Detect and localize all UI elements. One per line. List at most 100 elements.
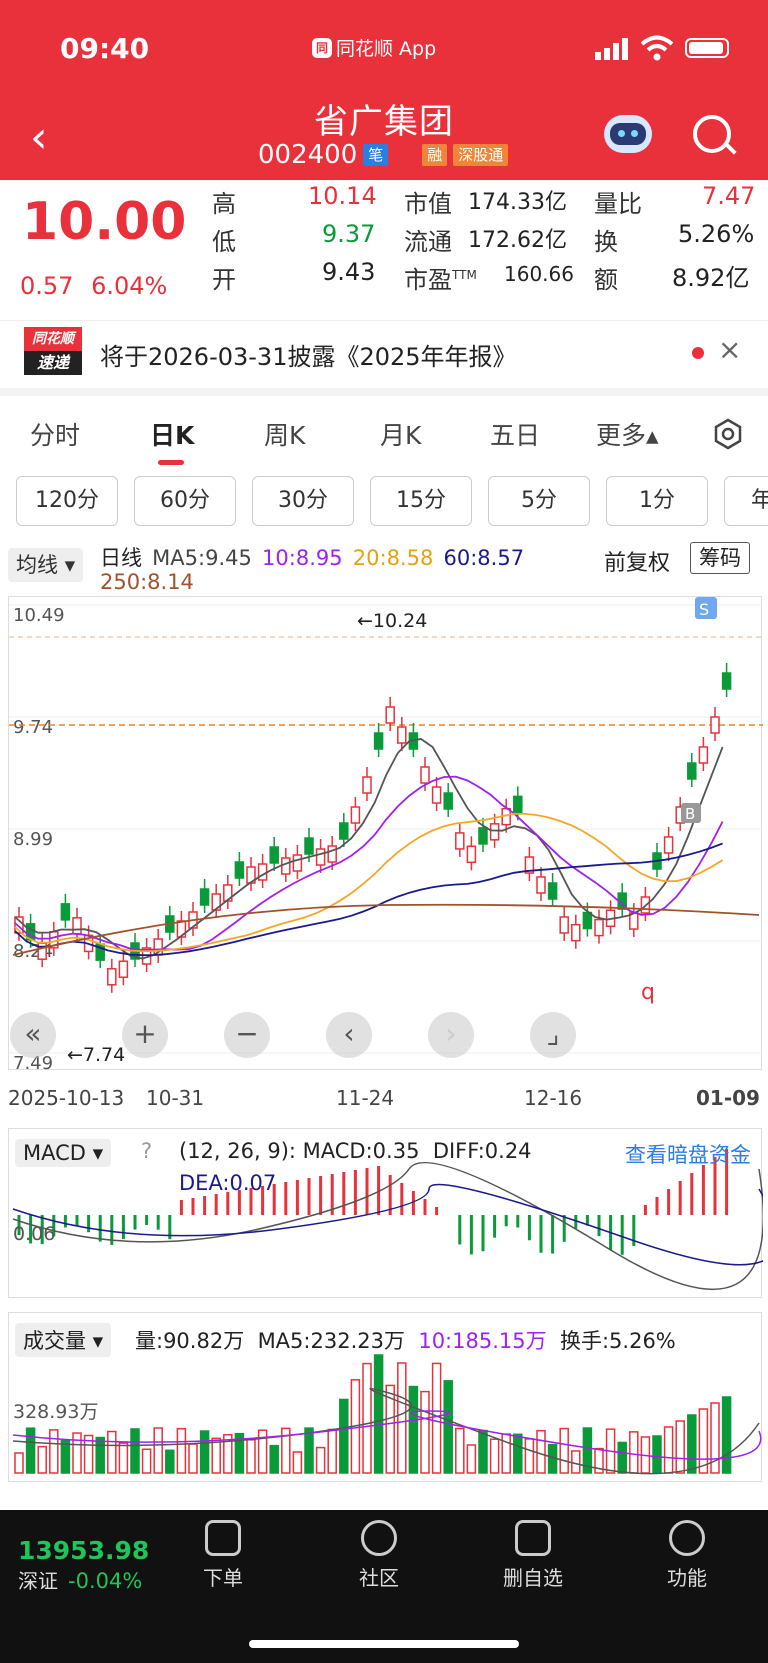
volume-bar bbox=[571, 1450, 581, 1474]
volume-selector[interactable]: 成交量 ▾ bbox=[15, 1323, 112, 1357]
tab-monthly-k[interactable]: 月K bbox=[380, 416, 421, 452]
scroll-right-button[interactable]: › bbox=[428, 1012, 474, 1058]
tab-intraday[interactable]: 分时 bbox=[30, 416, 80, 452]
index-name: 深证 bbox=[18, 1569, 58, 1593]
minus-icon bbox=[515, 1520, 551, 1556]
date-axis: 2025-10-13 10-31 11-24 12-16 01-09 bbox=[0, 1070, 768, 1126]
candle-body bbox=[339, 822, 349, 840]
indicator-selector[interactable]: 均线 ▾ bbox=[8, 548, 84, 582]
dark-pool-link[interactable]: 查看暗盘资金 bbox=[625, 1139, 751, 1169]
ai-robot-icon[interactable] bbox=[604, 115, 652, 153]
volume-bar bbox=[107, 1430, 117, 1474]
ma60-value: 60:8.57 bbox=[443, 546, 525, 570]
y-axis-label: 8.99 bbox=[13, 829, 53, 850]
candle-body bbox=[455, 832, 465, 850]
candle-body bbox=[478, 827, 488, 845]
volume-bar bbox=[455, 1427, 465, 1474]
tab-weekly-k[interactable]: 周K bbox=[264, 416, 305, 452]
nav-community[interactable]: 社区 bbox=[334, 1520, 424, 1591]
candle-body bbox=[431, 786, 442, 804]
fullscreen-button[interactable]: ⌟ bbox=[530, 1012, 576, 1058]
volume-bar bbox=[95, 1436, 105, 1474]
volume-bar bbox=[513, 1433, 523, 1474]
divider bbox=[0, 388, 768, 396]
float-value: 172.62亿 bbox=[468, 228, 567, 253]
volume-bar bbox=[617, 1441, 627, 1474]
volume-panel[interactable]: 成交量 ▾ 量:90.82万 MA5:232.23万 10:185.15万 换手… bbox=[8, 1312, 762, 1482]
scroll-left-button[interactable]: ‹ bbox=[326, 1012, 372, 1058]
tag-shengutong: 深股通 bbox=[453, 144, 509, 166]
stock-code-row: 002400 笔 融 深股通 bbox=[258, 140, 509, 170]
tab-daily-k[interactable]: 日K bbox=[150, 416, 194, 452]
candle-body bbox=[107, 968, 117, 986]
volume-bar bbox=[536, 1429, 546, 1474]
search-icon[interactable] bbox=[693, 115, 731, 153]
chart-tabs: 分时 日K 周K 月K 五日 更多▴ bbox=[0, 408, 768, 468]
macd-selector[interactable]: MACD ▾ bbox=[15, 1139, 112, 1167]
candle-body bbox=[199, 888, 210, 906]
notice-bar[interactable]: 同花顺 速递 将于2026-03-31披露《2025年年报》 × bbox=[0, 320, 768, 385]
chips-button[interactable]: 筹码 bbox=[690, 542, 750, 574]
volume-bar bbox=[269, 1444, 279, 1474]
amount-label: 额 bbox=[594, 266, 618, 294]
candle-body bbox=[60, 903, 71, 921]
kline-chart[interactable]: 10.49 9.74 8.99 8.24 7.49 ←10.24 ←7.74 S Bq bbox=[8, 596, 763, 1074]
help-icon[interactable]: ? bbox=[141, 1139, 152, 1163]
period-1m-button[interactable]: 1分 bbox=[606, 476, 708, 526]
candle-body bbox=[489, 823, 500, 841]
turn-value: 5.26% bbox=[678, 220, 755, 248]
stock-name: 省广集团 bbox=[314, 102, 454, 142]
zoom-out-button[interactable]: − bbox=[224, 1012, 270, 1058]
volume-bar bbox=[501, 1433, 511, 1474]
nav-order[interactable]: 下单 bbox=[178, 1520, 268, 1591]
date-tick: 11-24 bbox=[336, 1086, 395, 1110]
candle-body bbox=[72, 917, 82, 935]
volume-ma10: 10:185.15万 bbox=[418, 1329, 547, 1353]
adjust-selector[interactable]: 前复权 bbox=[604, 545, 670, 577]
stock-code: 002400 bbox=[258, 140, 358, 170]
close-icon[interactable]: × bbox=[718, 333, 741, 366]
zoom-in-button[interactable]: + bbox=[122, 1012, 168, 1058]
volume-bar bbox=[687, 1414, 697, 1474]
vr-value: 7.47 bbox=[702, 182, 756, 210]
tag-bi: 笔 bbox=[363, 144, 389, 166]
candle-body bbox=[397, 726, 407, 744]
turnover-value: 换手:5.26% bbox=[559, 1329, 676, 1353]
header-bar: 09:40 同 同花顺 App ‹ 省广集团 002400 笔 融 深股通 bbox=[0, 0, 768, 180]
candle-body bbox=[594, 918, 604, 937]
tab-five-day[interactable]: 五日 bbox=[490, 416, 540, 452]
period-30m-button[interactable]: 30分 bbox=[252, 476, 354, 526]
volume-bar bbox=[559, 1427, 569, 1474]
turn-label: 换 bbox=[594, 228, 618, 256]
candle-body bbox=[547, 882, 558, 900]
zoom-out-fast-button[interactable]: « bbox=[10, 1012, 56, 1058]
app-logo-icon: 同 bbox=[312, 37, 332, 58]
period-120m-button[interactable]: 120分 bbox=[16, 476, 118, 526]
volume-bar bbox=[408, 1385, 419, 1474]
candle-body bbox=[536, 876, 546, 894]
ma-info-row: 均线 ▾ 日线 MA5:9.45 10:8.95 20:8.58 60:8.57… bbox=[0, 540, 768, 600]
ma5-value: MA5:9.45 bbox=[152, 546, 252, 570]
candle-body bbox=[257, 863, 268, 881]
volume-bar bbox=[25, 1427, 36, 1474]
period-5m-button[interactable]: 5分 bbox=[488, 476, 590, 526]
y-axis-label: 10.49 bbox=[13, 605, 65, 626]
price-change: 0.57 6.04% bbox=[20, 272, 168, 300]
current-price: 10.00 bbox=[22, 192, 187, 252]
period-year-button[interactable]: 年 bbox=[724, 476, 768, 526]
volume-bar bbox=[153, 1427, 163, 1474]
nav-functions[interactable]: 功能 bbox=[642, 1520, 732, 1591]
kline-type: 日线 bbox=[100, 546, 142, 570]
tab-more[interactable]: 更多▴ bbox=[596, 416, 659, 452]
low-value: 9.37 bbox=[322, 220, 376, 248]
macd-panel[interactable]: MACD ▾ ? (12, 26, 9): MACD:0.35 DIFF:0.2… bbox=[8, 1128, 768, 1298]
volume-bar bbox=[211, 1437, 221, 1474]
period-15m-button[interactable]: 15分 bbox=[370, 476, 472, 526]
candle-body bbox=[385, 706, 395, 724]
nav-remove-watchlist[interactable]: 删自选 bbox=[488, 1520, 578, 1591]
candle-body bbox=[698, 746, 709, 764]
gear-icon[interactable] bbox=[712, 418, 744, 450]
index-ticker[interactable]: 13953.98 深证 -0.04% bbox=[18, 1536, 149, 1594]
period-60m-button[interactable]: 60分 bbox=[134, 476, 236, 526]
news-badge-icon: 同花顺 速递 bbox=[24, 327, 82, 377]
